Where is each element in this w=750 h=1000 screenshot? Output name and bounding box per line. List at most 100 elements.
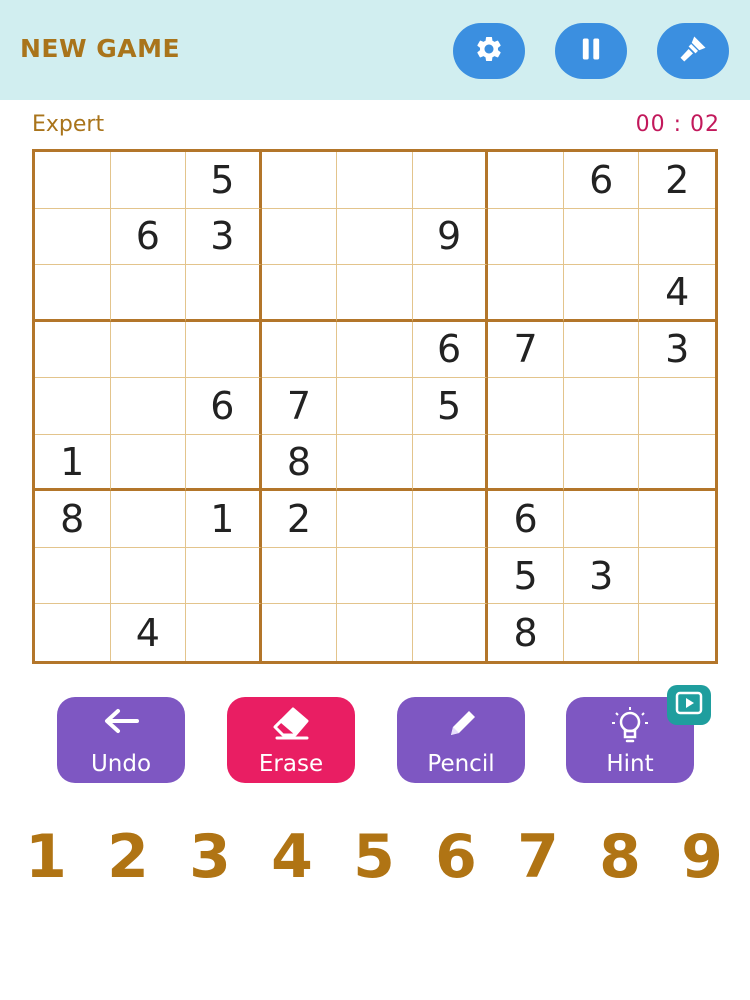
board-cell[interactable]: [412, 491, 489, 548]
board-cell[interactable]: 4: [111, 604, 187, 661]
undo-button[interactable]: Undo: [57, 697, 185, 783]
board-cell[interactable]: [488, 434, 564, 492]
board-cell[interactable]: [412, 547, 489, 605]
board-cell[interactable]: [110, 265, 187, 322]
number-button-5[interactable]: 5: [344, 822, 404, 892]
board-cell[interactable]: [35, 378, 111, 435]
board-cell[interactable]: 3: [186, 208, 262, 266]
board-cell[interactable]: 7: [261, 378, 338, 435]
board-cell[interactable]: [563, 434, 640, 492]
board-cell[interactable]: [413, 604, 489, 661]
board-cell[interactable]: 6: [488, 491, 564, 548]
board-cell[interactable]: [261, 152, 338, 209]
board-cell[interactable]: [35, 547, 111, 605]
board-cell[interactable]: 9: [412, 208, 489, 266]
board-cell[interactable]: [412, 265, 489, 322]
board-cell[interactable]: [261, 265, 338, 322]
board-cell[interactable]: 3: [639, 322, 715, 379]
hint-label: Hint: [606, 751, 654, 777]
board-cell[interactable]: [35, 321, 111, 379]
new-game-button[interactable]: NEW GAME: [20, 34, 180, 63]
board-cell[interactable]: [35, 152, 111, 209]
board-cell[interactable]: [563, 265, 640, 322]
number-button-7[interactable]: 7: [508, 822, 568, 892]
board-cell[interactable]: [110, 547, 187, 605]
pause-button[interactable]: [555, 23, 627, 79]
board-cell[interactable]: [639, 548, 715, 605]
board-cell[interactable]: 5: [412, 378, 489, 435]
number-button-3[interactable]: 3: [180, 822, 240, 892]
board-cell[interactable]: [110, 491, 187, 548]
board-cell[interactable]: [35, 265, 111, 322]
board-cell[interactable]: [488, 265, 564, 322]
board-cell[interactable]: 3: [563, 547, 640, 605]
number-button-6[interactable]: 6: [426, 822, 486, 892]
board-cell[interactable]: [337, 208, 413, 266]
video-ad-badge[interactable]: [667, 685, 711, 725]
board-cell[interactable]: 6: [563, 152, 640, 209]
board-cell[interactable]: [186, 604, 262, 661]
board-cell[interactable]: [186, 434, 262, 492]
board-cell[interactable]: [35, 604, 111, 661]
board-cell[interactable]: [639, 209, 715, 266]
board-cell[interactable]: [186, 547, 262, 605]
board-cell[interactable]: [488, 152, 564, 209]
board-cell[interactable]: [261, 208, 338, 266]
board-cell[interactable]: [186, 265, 262, 322]
board-cell[interactable]: [186, 321, 262, 379]
board-cell[interactable]: 8: [261, 434, 338, 492]
board-cell[interactable]: [337, 604, 413, 661]
board-cell[interactable]: [412, 434, 489, 492]
board-cell[interactable]: [488, 208, 564, 266]
board-cell[interactable]: [262, 604, 338, 661]
board-cell[interactable]: 2: [261, 491, 338, 548]
board-cell[interactable]: [563, 208, 640, 266]
pencil-button[interactable]: Pencil: [397, 697, 525, 783]
board-cell[interactable]: 6: [186, 378, 262, 435]
number-button-8[interactable]: 8: [590, 822, 650, 892]
board-cell[interactable]: [337, 434, 413, 492]
board-cell[interactable]: [337, 265, 413, 322]
board-cell[interactable]: [337, 321, 413, 379]
board-cell[interactable]: 5: [186, 152, 262, 209]
board-cell[interactable]: [110, 152, 187, 209]
board-cell[interactable]: [639, 435, 715, 492]
board-cell[interactable]: [110, 378, 187, 435]
board-cell[interactable]: [261, 547, 338, 605]
number-button-9[interactable]: 9: [672, 822, 732, 892]
number-button-1[interactable]: 1: [16, 822, 76, 892]
board-cell[interactable]: [563, 491, 640, 548]
board-cell[interactable]: 8: [488, 604, 564, 661]
board-cell[interactable]: [110, 321, 187, 379]
number-button-4[interactable]: 4: [262, 822, 322, 892]
board-cell[interactable]: [488, 378, 564, 435]
board-cell[interactable]: [564, 604, 640, 661]
board-cell[interactable]: [337, 378, 413, 435]
number-button-2[interactable]: 2: [98, 822, 158, 892]
board-cell[interactable]: 6: [412, 321, 489, 379]
board-cell[interactable]: [639, 604, 715, 661]
board-cell[interactable]: [563, 321, 640, 379]
board-cell[interactable]: [35, 208, 111, 266]
board-cell[interactable]: [337, 152, 413, 209]
board-cell[interactable]: [261, 321, 338, 379]
board-cell[interactable]: 1: [35, 434, 111, 492]
board-cell[interactable]: 1: [186, 491, 262, 548]
erase-label: Erase: [258, 751, 324, 777]
settings-button[interactable]: [453, 23, 525, 79]
erase-button[interactable]: Erase: [227, 697, 355, 783]
board-cell[interactable]: [639, 491, 715, 548]
board-cell[interactable]: [639, 378, 715, 435]
board-cell[interactable]: 2: [639, 152, 715, 209]
board-cell[interactable]: 6: [110, 208, 187, 266]
board-cell[interactable]: 7: [488, 321, 564, 379]
board-cell[interactable]: 5: [488, 547, 564, 605]
theme-button[interactable]: [657, 23, 729, 79]
board-cell[interactable]: [412, 152, 489, 209]
board-cell[interactable]: 8: [35, 491, 111, 548]
board-cell[interactable]: [337, 547, 413, 605]
board-cell[interactable]: [110, 434, 187, 492]
board-cell[interactable]: [563, 378, 640, 435]
board-cell[interactable]: [337, 491, 413, 548]
board-cell[interactable]: 4: [639, 265, 715, 322]
